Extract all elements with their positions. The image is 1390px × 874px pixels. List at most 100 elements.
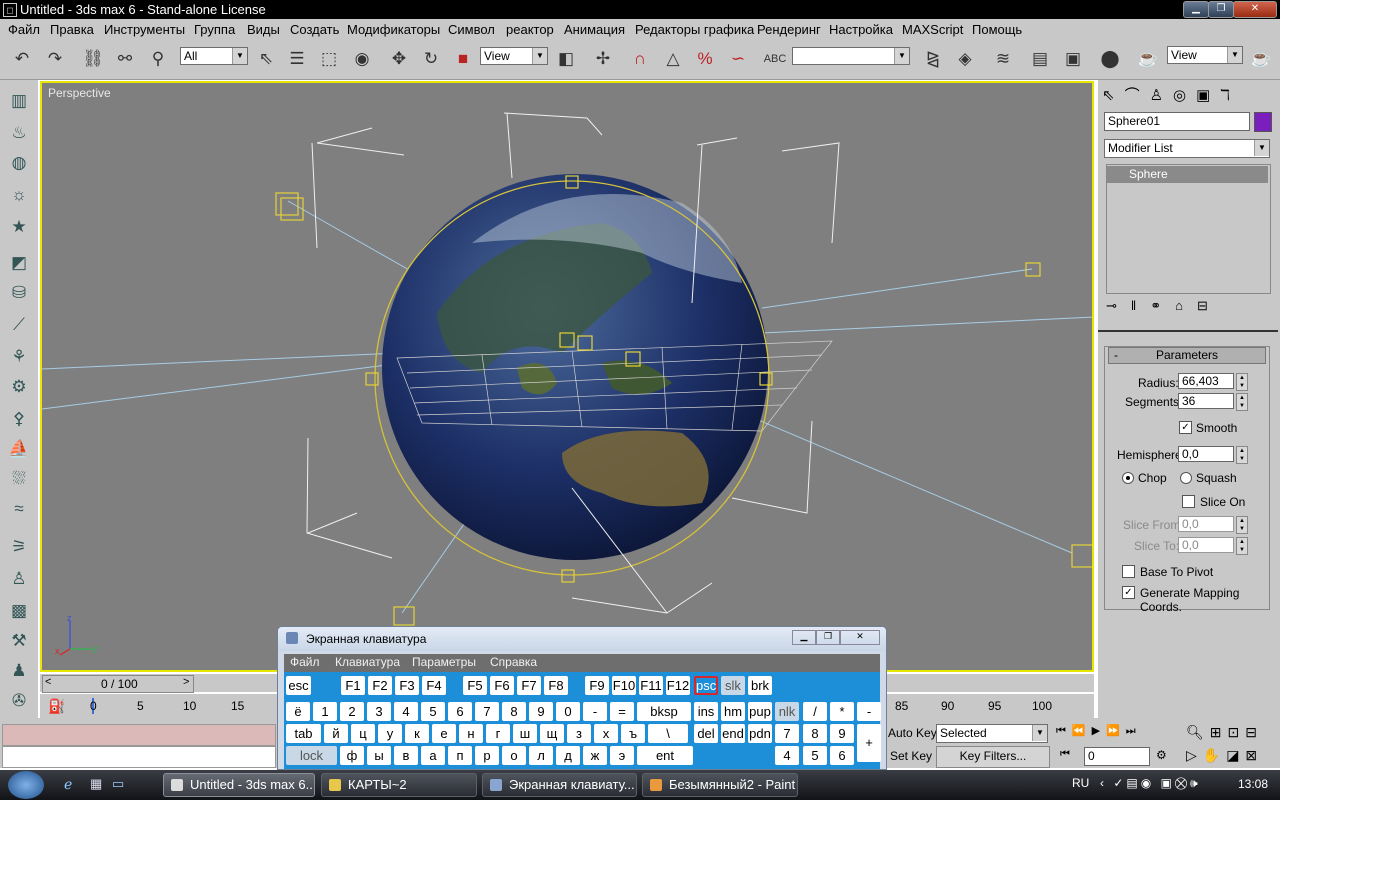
wave-icon[interactable]: ≈ <box>5 496 33 522</box>
osk-key[interactable]: - <box>857 702 881 721</box>
task-paint[interactable]: Безымянный2 - Paint <box>642 773 798 797</box>
selection-filter-dropdown[interactable]: All ▼ <box>180 47 248 65</box>
reference-coord-dropdown[interactable]: View ▼ <box>480 47 548 65</box>
bind-space-warp-icon[interactable]: ⚲ <box>145 46 171 72</box>
layer-manager-icon[interactable]: ≋ <box>990 46 1016 72</box>
time-prev-button[interactable]: < <box>45 676 51 688</box>
auto-key-button[interactable]: Auto Key <box>888 726 937 740</box>
hemisphere-spinner[interactable]: ▲ ▼ <box>1236 446 1248 464</box>
osk-key[interactable]: э <box>610 746 634 765</box>
osk-key[interactable]: 9 <box>830 724 854 743</box>
close-button[interactable]: ✕ <box>1233 1 1277 18</box>
prompt-line[interactable] <box>2 746 276 768</box>
systems-icon[interactable]: ⚴ <box>5 406 33 432</box>
osk-key[interactable]: д <box>556 746 580 765</box>
osk-menu-keyboard[interactable]: Клавиатура <box>335 655 400 669</box>
show-desktop-icon[interactable]: ▦ <box>90 776 102 792</box>
target-icon[interactable]: ✇ <box>5 688 33 714</box>
osk-maximize-button[interactable]: ❐ <box>816 630 840 645</box>
osk-key[interactable]: F5 <box>463 676 487 695</box>
osk-key[interactable]: ё <box>286 702 310 721</box>
osk-close-button[interactable]: ✕ <box>840 630 880 645</box>
spinner-snap-icon[interactable]: ∽ <box>725 46 751 72</box>
hammer-icon[interactable]: ⚒ <box>5 628 33 654</box>
ie-icon[interactable]: ℯ <box>64 776 72 793</box>
command-panel-tabs[interactable]: ⇖⌒♙◎▣ℸ <box>1102 84 1240 105</box>
menu-file[interactable]: Файл <box>8 22 40 37</box>
osk-title-bar[interactable]: Экранная клавиатура ▁ ❐ ✕ <box>278 627 886 651</box>
stack-item-sphere[interactable]: Sphere <box>1107 166 1268 183</box>
task-3dsmax[interactable]: Untitled - 3ds max 6... <box>163 773 315 797</box>
switch-windows-icon[interactable]: ▭ <box>112 776 124 792</box>
osk-key[interactable]: pup <box>748 702 772 721</box>
playback-controls[interactable]: ⏮⏪▶⏩⏭ <box>1056 724 1142 738</box>
move-icon[interactable]: ✥ <box>386 46 412 72</box>
osk-key[interactable]: / <box>803 702 827 721</box>
star-icon[interactable]: ★ <box>5 214 33 240</box>
shapes-icon[interactable]: ◩ <box>5 250 33 276</box>
scale-icon[interactable]: ■ <box>450 46 476 72</box>
osk-key[interactable]: tab <box>286 724 321 743</box>
osk-key[interactable]: ш <box>513 724 537 743</box>
osk-key[interactable]: hm <box>721 702 745 721</box>
osk-key[interactable]: 7 <box>475 702 499 721</box>
schematic-view-icon[interactable]: ▣ <box>1060 46 1086 72</box>
angle-snap-icon[interactable]: △ <box>660 46 686 72</box>
render-type-dropdown[interactable]: View ▼ <box>1167 46 1243 64</box>
osk-key[interactable]: а <box>421 746 445 765</box>
osk-key[interactable]: F6 <box>490 676 514 695</box>
time-config-icon[interactable]: ⚙ <box>1156 748 1167 762</box>
radius-spinner[interactable]: ▲ ▼ <box>1236 373 1248 391</box>
track-filter-icon[interactable]: ⛽ <box>48 698 65 715</box>
menu-edit[interactable]: Правка <box>50 22 94 37</box>
osk-key[interactable]: в <box>394 746 418 765</box>
menu-customize[interactable]: Настройка <box>829 22 893 37</box>
modifier-stack[interactable]: Sphere <box>1106 164 1271 294</box>
squash-radio[interactable] <box>1180 472 1192 484</box>
osk-key[interactable]: = <box>610 702 634 721</box>
menu-modifiers[interactable]: Модификаторы <box>347 22 440 37</box>
osk-key[interactable]: ж <box>583 746 607 765</box>
window-crossing-icon[interactable]: ◉ <box>349 46 375 72</box>
menu-rendering[interactable]: Рендеринг <box>757 22 821 37</box>
osk-key[interactable]: 6 <box>830 746 854 765</box>
osk-key[interactable]: 4 <box>775 746 799 765</box>
osk-key[interactable]: ф <box>340 746 364 765</box>
modifier-list-dropdown[interactable]: Modifier List ▼ <box>1104 139 1270 158</box>
rect-selection-icon[interactable]: ⬚ <box>316 46 342 72</box>
osk-key[interactable]: 4 <box>394 702 418 721</box>
objects-tab-icon[interactable]: ▥ <box>5 88 33 114</box>
osk-key[interactable]: ц <box>351 724 375 743</box>
osk-key[interactable]: 5 <box>421 702 445 721</box>
osk-key[interactable]: ы <box>367 746 391 765</box>
menu-graph-editors[interactable]: Редакторы графика <box>635 22 754 37</box>
percent-snap-icon[interactable]: % <box>692 46 718 72</box>
osk-key[interactable]: F11 <box>639 676 663 695</box>
osk-key[interactable]: н <box>459 724 483 743</box>
time-slider[interactable]: < 0 / 100 > <box>42 675 194 693</box>
osk-key[interactable]: й <box>324 724 348 743</box>
osk-key[interactable]: щ <box>540 724 564 743</box>
osk-key[interactable]: psc <box>694 676 718 695</box>
osk-key[interactable]: bksp <box>637 702 691 721</box>
osk-key[interactable]: esc <box>286 676 311 695</box>
osk-key[interactable]: slk <box>721 676 745 695</box>
compound-icon[interactable]: ⛁ <box>5 280 33 306</box>
bones-icon[interactable]: ⚞ <box>5 534 33 560</box>
osk-key[interactable]: F10 <box>612 676 636 695</box>
start-button[interactable] <box>8 771 44 799</box>
osk-key[interactable]: 8 <box>502 702 526 721</box>
osk-key[interactable]: F2 <box>368 676 392 695</box>
osk-key[interactable]: + <box>857 724 881 762</box>
time-next-button[interactable]: > <box>183 676 189 688</box>
base-to-pivot-checkbox[interactable] <box>1122 565 1135 578</box>
osk-key[interactable]: 8 <box>803 724 827 743</box>
mirror-icon[interactable]: ⧎ <box>920 46 946 72</box>
menu-animation[interactable]: Анимация <box>564 22 625 37</box>
redo-icon[interactable]: ↷ <box>42 46 68 72</box>
osk-key[interactable]: F7 <box>517 676 541 695</box>
perspective-viewport[interactable]: Perspective z y x <box>40 81 1094 672</box>
osk-key[interactable]: 5 <box>803 746 827 765</box>
osk-key[interactable]: F4 <box>422 676 446 695</box>
material-editor-icon[interactable]: ⬤ <box>1097 46 1123 72</box>
